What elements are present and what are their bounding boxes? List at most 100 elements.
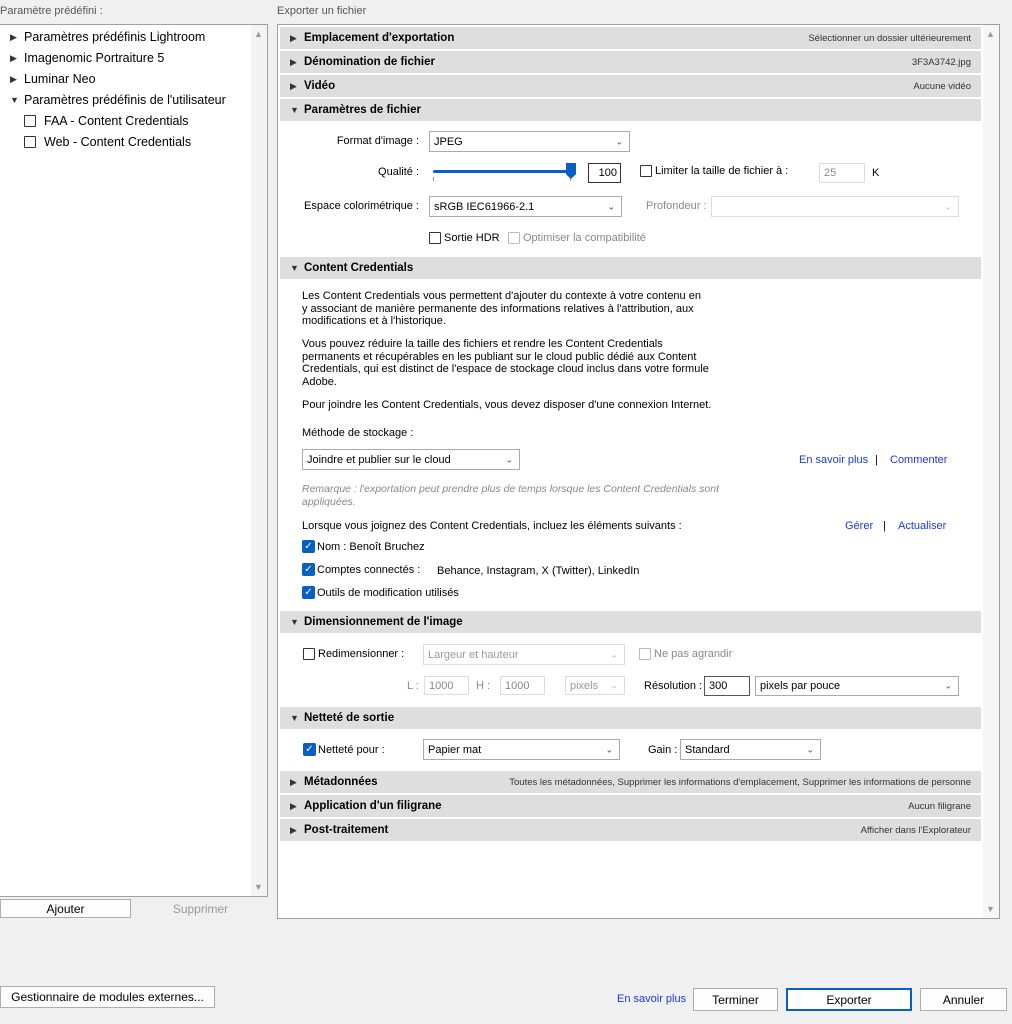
expand-triangle-icon[interactable]: ▶ (290, 81, 304, 92)
preset-list[interactable]: ▶ Paramètres prédéfinis Lightroom ▶ Imag… (0, 24, 268, 897)
sharpen-option[interactable]: ✓ Netteté pour : (303, 743, 385, 756)
preset-checkbox[interactable] (24, 115, 36, 127)
section-title: Content Credentials (304, 262, 414, 274)
checkmark-icon[interactable]: ✓ (302, 563, 315, 576)
done-button[interactable]: Terminer (693, 988, 778, 1011)
cc-intro-line: Les Content Credentials vous permettent … (302, 290, 701, 302)
checkmark-icon[interactable]: ✓ (303, 743, 316, 756)
chevron-down-icon: ⌄ (610, 649, 618, 659)
resolution-input[interactable]: 300 (704, 676, 750, 696)
resolution-unit-value: pixels par pouce (760, 680, 841, 692)
preset-folder-lightroom[interactable]: ▶ Paramètres prédéfinis Lightroom (10, 30, 205, 44)
checkmark-icon[interactable]: ✓ (302, 540, 315, 553)
preset-label: Imagenomic Portraiture 5 (24, 51, 165, 65)
section-title: Application d'un filigrane (304, 800, 442, 812)
sharpen-for-dropdown[interactable]: Papier mat ⌄ (423, 739, 620, 760)
section-title: Vidéo (304, 80, 336, 92)
limit-size-checkbox[interactable] (640, 165, 652, 177)
resize-label: Redimensionner : (318, 648, 405, 660)
expand-triangle-icon[interactable]: ▶ (10, 53, 24, 64)
cc-tools-option[interactable]: ✓ Outils de modification utilisés (302, 586, 459, 599)
section-content-credentials[interactable]: ▼ Content Credentials (280, 257, 981, 279)
resize-checkbox[interactable] (303, 648, 315, 660)
colorspace-dropdown[interactable]: sRGB IEC61966-2.1 ⌄ (429, 196, 622, 217)
width-input: 1000 (424, 676, 469, 695)
hdr-option[interactable]: Sortie HDR (429, 232, 500, 244)
preset-folder-user[interactable]: ▼ Paramètres prédéfinis de l'utilisateur (10, 93, 226, 107)
storage-method-dropdown[interactable]: Joindre et publier sur le cloud ⌄ (302, 449, 520, 470)
collapse-triangle-icon[interactable]: ▼ (290, 713, 304, 723)
collapse-triangle-icon[interactable]: ▼ (10, 95, 24, 105)
preset-item-faa[interactable]: FAA - Content Credentials (24, 114, 189, 128)
expand-triangle-icon[interactable]: ▶ (290, 801, 304, 812)
limit-size-input[interactable]: 25 (819, 163, 865, 183)
cc-remark-line: appliquées. (302, 495, 356, 508)
scroll-down-icon[interactable]: ▼ (254, 882, 263, 892)
preset-folder-luminar[interactable]: ▶ Luminar Neo (10, 72, 96, 86)
section-image-sizing[interactable]: ▼ Dimensionnement de l'image (280, 611, 981, 633)
preset-checkbox[interactable] (24, 136, 36, 148)
cc-accounts-option[interactable]: ✓ Comptes connectés : (302, 563, 420, 576)
cc-name-option[interactable]: ✓ Nom : Benoît Bruchez (302, 540, 425, 553)
expand-triangle-icon[interactable]: ▶ (290, 825, 304, 836)
limit-size-option[interactable]: Limiter la taille de fichier à : (640, 165, 788, 177)
gain-dropdown[interactable]: Standard ⌄ (680, 739, 821, 760)
hdr-checkbox[interactable] (429, 232, 441, 244)
cancel-button[interactable]: Annuler (920, 988, 1007, 1011)
quality-input[interactable]: 100 (588, 163, 621, 183)
format-label: Format d'image : (336, 135, 419, 147)
preset-panel-title: Paramètre prédéfini : (0, 5, 103, 17)
cc-internet-note: Pour joindre les Content Credentials, vo… (302, 399, 712, 411)
expand-triangle-icon[interactable]: ▶ (290, 57, 304, 68)
expand-triangle-icon[interactable]: ▶ (290, 33, 304, 44)
scroll-up-icon[interactable]: ▲ (254, 29, 263, 39)
resize-option[interactable]: Redimensionner : (303, 648, 404, 660)
cc-manage-link[interactable]: Gérer (845, 520, 873, 532)
section-title: Paramètres de fichier (304, 104, 421, 116)
resize-mode-dropdown: Largeur et hauteur ⌄ (423, 644, 625, 665)
collapse-triangle-icon[interactable]: ▼ (290, 617, 304, 627)
expand-triangle-icon[interactable]: ▶ (290, 777, 304, 788)
expand-triangle-icon[interactable]: ▶ (10, 74, 24, 85)
cc-intro-line: y associant de manière permanente des in… (302, 302, 694, 315)
export-button[interactable]: Exporter (786, 988, 912, 1011)
preset-item-web[interactable]: Web - Content Credentials (24, 135, 191, 149)
plugin-manager-button[interactable]: Gestionnaire de modules externes... (0, 986, 215, 1008)
expand-triangle-icon[interactable]: ▶ (10, 32, 24, 43)
cc-accounts-label: Comptes connectés : (317, 563, 421, 576)
section-video[interactable]: ▶ Vidéo Aucune vidéo (280, 75, 981, 97)
preset-label: Paramètres prédéfinis de l'utilisateur (24, 93, 226, 107)
collapse-triangle-icon[interactable]: ▼ (290, 263, 304, 273)
preset-folder-imagenomic[interactable]: ▶ Imagenomic Portraiture 5 (10, 51, 164, 65)
quality-label: Qualité : (378, 166, 419, 178)
section-title: Emplacement d'exportation (304, 32, 455, 44)
section-watermark[interactable]: ▶ Application d'un filigrane Aucun filig… (280, 795, 981, 817)
storage-method-label: Méthode de stockage : (302, 427, 414, 439)
add-preset-button[interactable]: Ajouter (0, 899, 131, 918)
section-export-location[interactable]: ▶ Emplacement d'exportation Sélectionner… (280, 27, 981, 49)
collapse-triangle-icon[interactable]: ▼ (290, 105, 304, 115)
section-file-naming[interactable]: ▶ Dénomination de fichier 3F3A3742.jpg (280, 51, 981, 73)
footer-learn-more-link[interactable]: En savoir plus (617, 993, 686, 1005)
format-dropdown[interactable]: JPEG ⌄ (429, 131, 630, 152)
section-file-settings[interactable]: ▼ Paramètres de fichier (280, 99, 981, 121)
preset-label: Web - Content Credentials (44, 135, 192, 149)
settings-scrollbar[interactable]: ▲ ▼ (983, 25, 999, 918)
resolution-unit-dropdown[interactable]: pixels par pouce ⌄ (755, 676, 959, 696)
preset-scrollbar[interactable]: ▲ ▼ (251, 25, 267, 896)
section-output-sharpening[interactable]: ▼ Netteté de sortie (280, 707, 981, 729)
scroll-up-icon[interactable]: ▲ (986, 29, 995, 39)
cc-refresh-link[interactable]: Actualiser (898, 520, 946, 532)
cc-comment-link[interactable]: Commenter (890, 454, 947, 466)
section-post-processing[interactable]: ▶ Post-traitement Afficher dans l'Explor… (280, 819, 981, 841)
section-metadata[interactable]: ▶ Métadonnées Toutes les métadonnées, Su… (280, 771, 981, 793)
cc-learn-more-link[interactable]: En savoir plus (799, 454, 868, 466)
scroll-down-icon[interactable]: ▼ (986, 904, 995, 914)
compat-label: Optimiser la compatibilité (523, 232, 646, 244)
depth-dropdown: ⌄ (711, 196, 959, 217)
quality-slider-track[interactable] (433, 170, 571, 173)
limit-size-unit: K (872, 167, 880, 179)
chevron-down-icon: ⌄ (615, 136, 623, 146)
checkmark-icon[interactable]: ✓ (302, 586, 315, 599)
cc-cloud-line: Credentials, qui est distinct de l'espac… (302, 363, 709, 375)
